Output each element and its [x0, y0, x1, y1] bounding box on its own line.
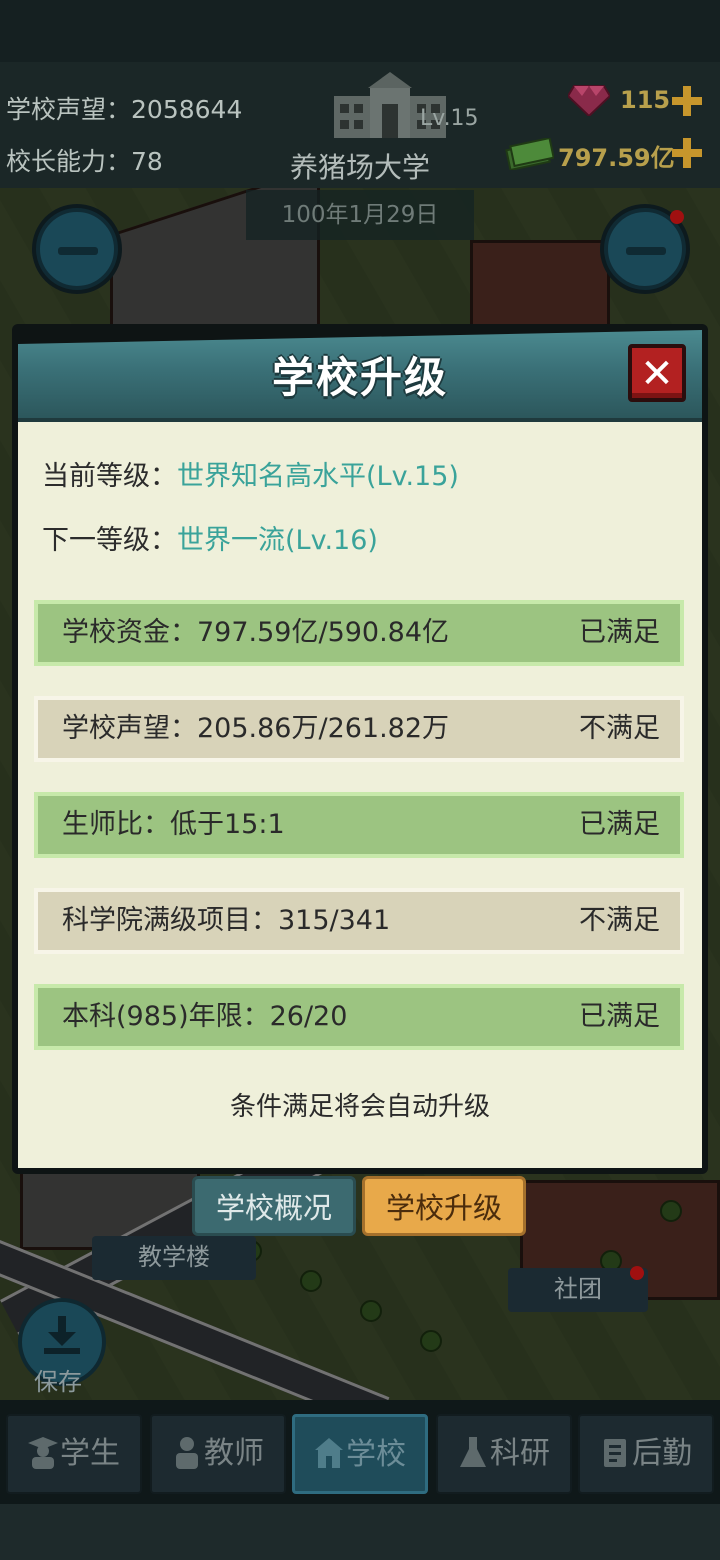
condition-label: 本科(985)年限：26/20	[62, 1001, 348, 1032]
student-icon	[28, 1437, 58, 1469]
nav-label: 科研	[490, 1436, 550, 1471]
condition-status: 已满足	[579, 1001, 660, 1032]
status-bar-area	[0, 0, 720, 62]
club-notification-dot	[630, 1266, 644, 1280]
current-level-row: 当前等级：世界知名高水平(Lv.15)	[42, 454, 459, 493]
ability-value: 78	[131, 147, 163, 176]
school-name: 养猪场大学	[289, 151, 430, 184]
notification-dot	[670, 210, 684, 224]
next-level-value: 世界一流(Lv.16)	[177, 525, 378, 556]
money-amount: 797.59亿	[558, 144, 675, 172]
condition-label: 科学院满级项目：315/341	[62, 905, 391, 936]
condition-row: 学校声望：205.86万/261.82万 不满足	[34, 696, 684, 762]
nav-item-school[interactable]: 学校	[292, 1414, 428, 1494]
add-money-icon[interactable]	[672, 138, 702, 168]
condition-row: 学校资金：797.59亿/590.84亿 已满足	[34, 600, 684, 666]
hud-stats: 学校声望：2058644 校长能力：78	[6, 84, 242, 188]
gem-count: 115	[620, 86, 671, 114]
close-icon: ✕	[640, 351, 674, 397]
add-gems-icon[interactable]	[672, 86, 702, 116]
teacher-icon	[176, 1437, 198, 1469]
save-label: 保存	[34, 1368, 82, 1396]
modal-body: 当前等级：世界知名高水平(Lv.15) 下一等级：世界一流(Lv.16) 学校资…	[18, 422, 702, 1168]
nav-item-students[interactable]: 学生	[6, 1414, 142, 1494]
system-navigation-bar	[0, 1504, 720, 1560]
nav-item-research[interactable]: 科研	[436, 1414, 572, 1494]
upgrade-modal: 学校升级 ✕ 当前等级：世界知名高水平(Lv.15) 下一等级：世界一流(Lv.…	[12, 324, 708, 1174]
reputation-label: 学校声望：	[6, 95, 132, 124]
nav-label: 学生	[60, 1436, 120, 1471]
condition-status: 已满足	[579, 617, 660, 648]
school-level: Lv.15	[420, 106, 479, 131]
next-level-row: 下一等级：世界一流(Lv.16)	[42, 518, 378, 557]
logistics-icon	[604, 1439, 626, 1467]
tab-school-overview[interactable]: 学校概况	[192, 1176, 356, 1236]
current-level-value: 世界知名高水平(Lv.15)	[177, 461, 459, 492]
ability-label: 校长能力：	[6, 147, 132, 176]
next-level-label: 下一等级：	[42, 525, 177, 556]
current-level-label: 当前等级：	[42, 461, 177, 492]
condition-row: 科学院满级项目：315/341 不满足	[34, 888, 684, 954]
tab-school-upgrade[interactable]: 学校升级	[362, 1176, 526, 1236]
condition-status: 已满足	[579, 809, 660, 840]
game-date: 100年1月29日	[246, 190, 474, 240]
download-icon	[44, 1316, 80, 1354]
research-icon	[460, 1437, 486, 1467]
bottom-nav: 学生 教师 学校 科研 后勤	[0, 1400, 720, 1504]
nav-label: 教师	[204, 1436, 264, 1471]
condition-label: 生师比：低于15:1	[62, 809, 285, 840]
nav-label: 后勤	[632, 1436, 692, 1471]
condition-status: 不满足	[579, 905, 660, 936]
condition-row: 本科(985)年限：26/20 已满足	[34, 984, 684, 1050]
modal-title: 学校升级	[271, 353, 448, 402]
auto-upgrade-note: 条件满足将会自动升级	[229, 1092, 490, 1122]
left-map-button[interactable]	[36, 208, 118, 290]
nav-label: 学校	[346, 1437, 406, 1472]
condition-row: 生师比：低于15:1 已满足	[34, 792, 684, 858]
nav-item-teachers[interactable]: 教师	[150, 1414, 286, 1494]
reputation-value: 2058644	[131, 95, 243, 124]
money-icon	[505, 138, 554, 170]
condition-label: 学校声望：205.86万/261.82万	[62, 713, 450, 744]
condition-status: 不满足	[579, 713, 660, 744]
nav-item-logistics[interactable]: 后勤	[578, 1414, 714, 1494]
close-button[interactable]: ✕	[628, 344, 686, 402]
condition-label: 学校资金：797.59亿/590.84亿	[62, 617, 450, 648]
teaching-building-sign[interactable]: 教学楼	[92, 1236, 256, 1280]
club-sign[interactable]: 社团	[508, 1268, 648, 1312]
school-icon	[315, 1438, 343, 1468]
gem-icon	[568, 85, 610, 116]
